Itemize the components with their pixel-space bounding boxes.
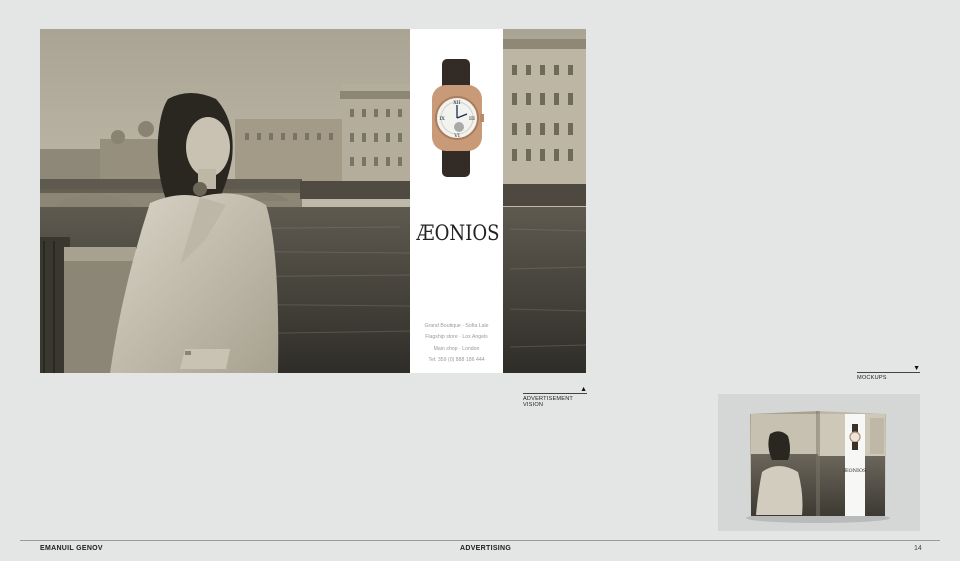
store-line: Main shop · London: [433, 345, 480, 352]
sepia-river-photo: [40, 29, 586, 373]
caption-line-vision: VISION: [523, 402, 544, 409]
store-list: Grand Boutique · Sofia Lale Flagship sto…: [410, 321, 503, 367]
store-line: Flagship store · Los Angels: [425, 334, 488, 341]
down-arrow-icon: ▼: [913, 365, 920, 372]
caption-rule: [523, 393, 587, 394]
caption-rule: [857, 372, 920, 373]
svg-text:XII: XII: [453, 100, 461, 106]
watch-image: XII III VI IX: [432, 59, 484, 177]
footer-author: EMANUIL GENOV: [40, 545, 103, 552]
svg-text:VI: VI: [453, 133, 460, 139]
store-phone: Tel: 359 (0) 888 186 444: [428, 357, 485, 364]
advertisement-spread: XII III VI IX ÆONIOS Grand Boutique · So…: [40, 29, 586, 373]
caption-text: ADVERTISEMENT VISION: [523, 396, 573, 409]
mockup-brand-logo: ÆONIOS: [843, 468, 868, 474]
caption-line-mockups: MOCKUPS: [857, 375, 887, 381]
svg-text:IX: IX: [439, 116, 445, 122]
footer-section-title: ADVERTISING: [460, 545, 512, 552]
open-magazine-image: ÆONIOS: [746, 411, 890, 523]
magazine-mockup: ÆONIOS: [718, 394, 920, 531]
product-panel: XII III VI IX ÆONIOS Grand Boutique · So…: [410, 29, 503, 373]
footer-rule: [20, 540, 940, 541]
up-arrow-icon: ▲: [580, 386, 587, 393]
svg-text:III: III: [469, 116, 475, 122]
store-line: Grand Boutique · Sofia Lale: [424, 323, 489, 329]
brand-logo: ÆONIOS: [416, 221, 500, 245]
page-number: 14: [914, 545, 922, 552]
